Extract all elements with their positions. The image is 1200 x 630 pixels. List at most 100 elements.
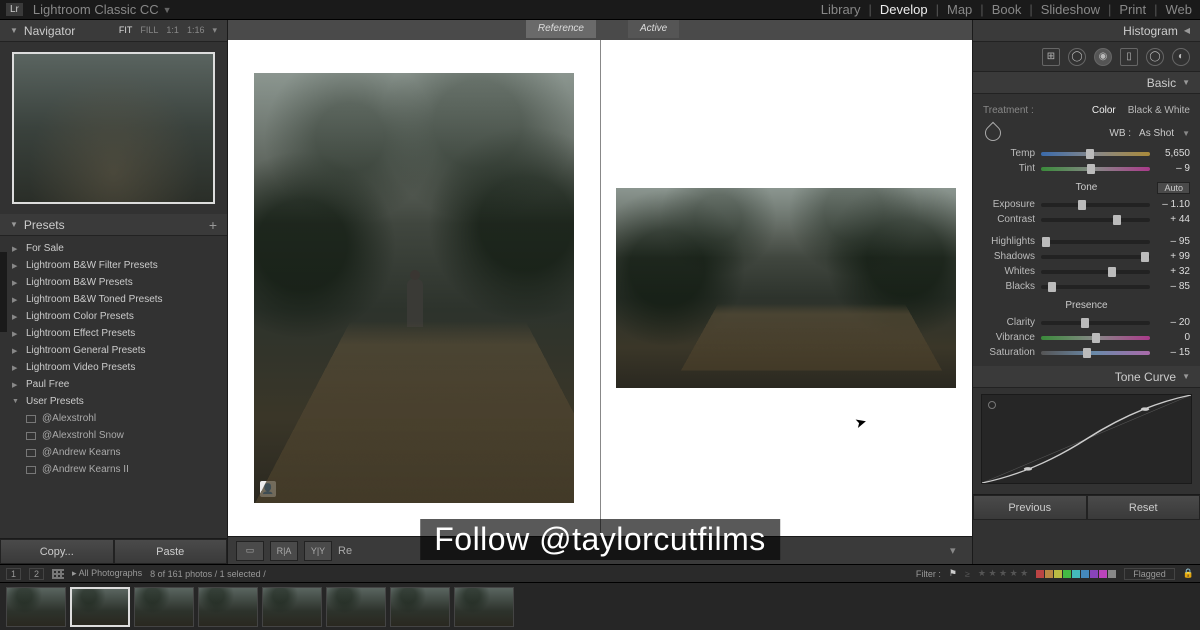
compare-tabs: Reference Active: [228, 20, 972, 40]
spot-tool-icon[interactable]: ◯: [1068, 48, 1086, 66]
reference-pane[interactable]: 👤: [228, 40, 600, 536]
loupe-view-button[interactable]: ▭: [236, 541, 264, 561]
filmstrip-thumb[interactable]: [70, 587, 130, 627]
filmstrip-thumb[interactable]: [390, 587, 450, 627]
left-buttons: Copy... Paste: [0, 538, 227, 564]
monitor-2-button[interactable]: 2: [29, 568, 44, 580]
module-develop[interactable]: Develop: [878, 2, 930, 17]
vibrance-slider[interactable]: Vibrance0: [983, 330, 1190, 345]
compare-yy-button[interactable]: Y|Y: [304, 541, 332, 561]
tone-curve-header[interactable]: Tone Curve ▼: [973, 366, 1200, 388]
crop-tool-icon[interactable]: ⊞: [1042, 48, 1060, 66]
color-swatch[interactable]: [1036, 570, 1044, 578]
filmstrip-thumb[interactable]: [198, 587, 258, 627]
collection-label[interactable]: ▸ All Photographs: [72, 568, 142, 579]
shadows-slider[interactable]: Shadows+ 99: [983, 249, 1190, 264]
redeye-tool-icon[interactable]: ◉: [1094, 48, 1112, 66]
active-pane[interactable]: ➤: [601, 40, 973, 536]
tint-slider[interactable]: Tint– 9: [983, 161, 1190, 176]
module-web[interactable]: Web: [1164, 2, 1195, 17]
preset-folder[interactable]: ▶Lightroom Video Presets: [0, 359, 227, 376]
preset-item[interactable]: @Alexstrohl: [0, 410, 227, 427]
zoom-fill[interactable]: FILL: [140, 25, 158, 36]
filmstrip-thumb[interactable]: [262, 587, 322, 627]
temp-slider[interactable]: Temp5,650: [983, 146, 1190, 161]
navigator-header[interactable]: ▼ Navigator FITFILL1:11:16▾: [0, 20, 227, 42]
navigator-preview[interactable]: [12, 52, 215, 204]
auto-tone-button[interactable]: Auto: [1157, 182, 1190, 194]
preset-folder[interactable]: ▶Lightroom B&W Presets: [0, 274, 227, 291]
color-swatch[interactable]: [1081, 570, 1089, 578]
preset-folder[interactable]: ▶Lightroom General Presets: [0, 342, 227, 359]
add-preset-button[interactable]: +: [209, 217, 217, 233]
treatment-black-white[interactable]: Black & White: [1128, 105, 1190, 116]
color-swatch[interactable]: [1108, 570, 1116, 578]
preset-folder-user[interactable]: ▼User Presets: [0, 393, 227, 410]
preset-item[interactable]: @Andrew Kearns: [0, 444, 227, 461]
filter-flag-icon[interactable]: ⚑: [949, 568, 957, 579]
preset-folder[interactable]: ▶Lightroom B&W Filter Presets: [0, 257, 227, 274]
filter-label: Filter :: [916, 569, 941, 579]
preset-folder[interactable]: ▶Lightroom Color Presets: [0, 308, 227, 325]
brush-tool-icon[interactable]: ◐: [1172, 48, 1190, 66]
copy-button[interactable]: Copy...: [0, 539, 114, 564]
module-print[interactable]: Print: [1117, 2, 1148, 17]
color-swatch[interactable]: [1063, 570, 1071, 578]
filmstrip-thumb[interactable]: [326, 587, 386, 627]
grid-view-icon[interactable]: [52, 569, 64, 579]
center-area: Reference Active 👤 ➤ ▭ R|A: [228, 20, 972, 564]
toolbar-dropdown-icon[interactable]: ▾: [950, 544, 964, 557]
color-swatch[interactable]: [1054, 570, 1062, 578]
preset-item[interactable]: @Andrew Kearns II: [0, 461, 227, 478]
presets-header[interactable]: ▼ Presets +: [0, 214, 227, 236]
histogram-header[interactable]: Histogram ◀: [973, 20, 1200, 42]
saturation-slider[interactable]: Saturation– 15: [983, 345, 1190, 360]
radial-tool-icon[interactable]: ◯: [1146, 48, 1164, 66]
filter-preset-select[interactable]: Flagged: [1124, 568, 1175, 580]
gradient-tool-icon[interactable]: ▯: [1120, 48, 1138, 66]
preset-folder[interactable]: ▶Lightroom B&W Toned Presets: [0, 291, 227, 308]
filmstrip-thumb[interactable]: [454, 587, 514, 627]
tone-curve-graph[interactable]: [981, 394, 1192, 484]
module-book[interactable]: Book: [990, 2, 1024, 17]
clarity-slider[interactable]: Clarity– 20: [983, 315, 1190, 330]
blacks-slider[interactable]: Blacks– 85: [983, 279, 1190, 294]
zoom-fit[interactable]: FIT: [119, 25, 133, 36]
whites-slider[interactable]: Whites+ 32: [983, 264, 1190, 279]
preset-item[interactable]: @Alexstrohl Snow: [0, 427, 227, 444]
app-logo: Lr: [6, 3, 23, 16]
exposure-slider[interactable]: Exposure– 1.10: [983, 197, 1190, 212]
filter-lock-icon[interactable]: 🔒: [1183, 568, 1194, 579]
title-dropdown-icon[interactable]: ▼: [163, 5, 172, 15]
wb-select[interactable]: As Shot: [1139, 128, 1174, 139]
preset-folder[interactable]: ▶Lightroom Effect Presets: [0, 325, 227, 342]
before-after-button[interactable]: R|A: [270, 541, 298, 561]
chevron-down-icon[interactable]: ▼: [1182, 129, 1190, 138]
basic-header[interactable]: Basic ▼: [973, 72, 1200, 94]
filmstrip-thumb[interactable]: [134, 587, 194, 627]
module-map[interactable]: Map: [945, 2, 974, 17]
paste-button[interactable]: Paste: [114, 539, 228, 564]
color-swatch[interactable]: [1045, 570, 1053, 578]
zoom-more-icon[interactable]: ▾: [212, 25, 217, 36]
zoom-1:1[interactable]: 1:1: [166, 25, 179, 36]
zoom-1:16[interactable]: 1:16: [187, 25, 205, 36]
color-swatch[interactable]: [1090, 570, 1098, 578]
module-library[interactable]: Library: [819, 2, 863, 17]
color-swatch[interactable]: [1072, 570, 1080, 578]
reset-button[interactable]: Reset: [1087, 495, 1200, 520]
module-slideshow[interactable]: Slideshow: [1039, 2, 1102, 17]
active-tab[interactable]: Active: [628, 20, 679, 38]
eyedropper-icon[interactable]: [983, 123, 1003, 143]
color-swatch[interactable]: [1099, 570, 1107, 578]
preset-folder[interactable]: ▶For Sale: [0, 240, 227, 257]
reference-tab[interactable]: Reference: [526, 20, 596, 38]
contrast-slider[interactable]: Contrast+ 44: [983, 212, 1190, 227]
treatment-color[interactable]: Color: [1092, 105, 1116, 116]
previous-button[interactable]: Previous: [973, 495, 1087, 520]
monitor-1-button[interactable]: 1: [6, 568, 21, 580]
point-curve-icon[interactable]: [988, 401, 996, 409]
preset-folder[interactable]: ▶Paul Free: [0, 376, 227, 393]
filmstrip-thumb[interactable]: [6, 587, 66, 627]
highlights-slider[interactable]: Highlights– 95: [983, 234, 1190, 249]
